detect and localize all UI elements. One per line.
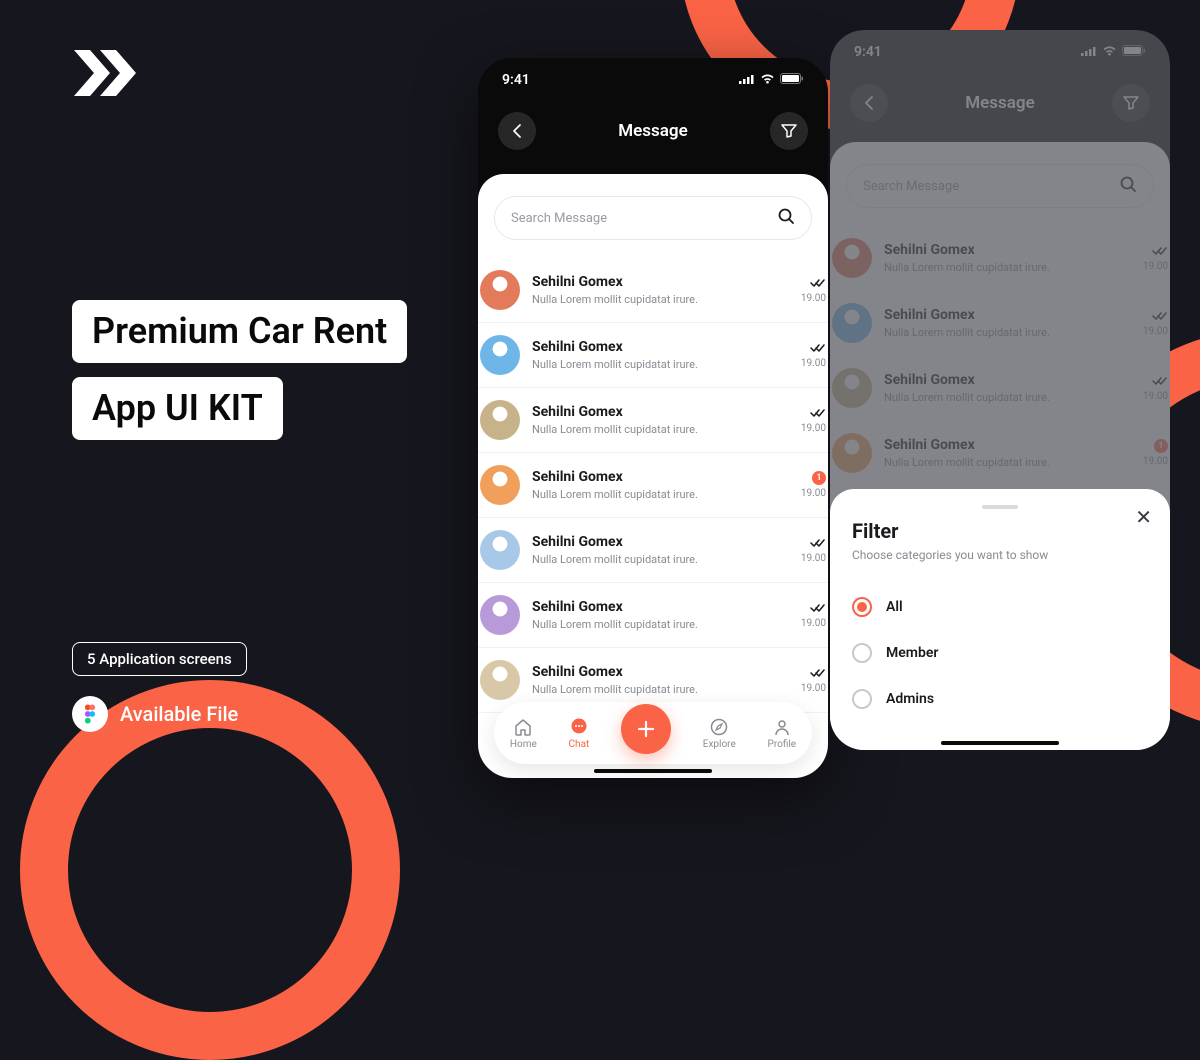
- read-check-icon: [810, 533, 826, 552]
- content-sheet: Search Message Sehilni Gomex Nulla Lorem…: [478, 174, 828, 778]
- chat-row[interactable]: Sehilni Gomex Nulla Lorem mollit cupidat…: [478, 453, 828, 518]
- chat-preview: Nulla Lorem mollit cupidatat irure.: [532, 553, 789, 566]
- filter-title: Filter: [852, 519, 1148, 543]
- chat-name: Sehilni Gomex: [532, 404, 789, 420]
- chat-row[interactable]: Sehilni Gomex Nulla Lorem mollit cupidat…: [478, 258, 828, 323]
- tab-explore[interactable]: Explore: [703, 717, 736, 750]
- filter-bottom-sheet: ✕ Filter Choose categories you want to s…: [830, 489, 1170, 750]
- tab-chat[interactable]: Chat: [569, 717, 590, 750]
- filter-subtitle: Choose categories you want to show: [852, 548, 1148, 562]
- home-indicator: [941, 741, 1059, 745]
- chat-preview: Nulla Lorem mollit cupidatat irure.: [532, 618, 789, 631]
- chat-time: 19.00: [801, 488, 826, 499]
- read-check-icon: [810, 273, 826, 292]
- chat-row[interactable]: Sehilni Gomex Nulla Lorem mollit cupidat…: [478, 323, 828, 388]
- status-time: 9:41: [502, 72, 530, 88]
- radio-icon: [852, 597, 872, 617]
- chat-preview: Nulla Lorem mollit cupidatat irure.: [532, 423, 789, 436]
- filter-button[interactable]: [770, 112, 808, 150]
- home-indicator: [594, 769, 712, 773]
- filter-option[interactable]: Admins: [852, 676, 1148, 722]
- chat-preview: Nulla Lorem mollit cupidatat irure.: [532, 293, 789, 306]
- chat-row[interactable]: Sehilni Gomex Nulla Lorem mollit cupidat…: [478, 518, 828, 583]
- radio-icon: [852, 643, 872, 663]
- chat-name: Sehilni Gomex: [532, 599, 789, 615]
- chat-name: Sehilni Gomex: [532, 469, 789, 485]
- title-line-2: App UI KIT: [72, 377, 283, 440]
- chat-name: Sehilni Gomex: [532, 664, 789, 680]
- chat-time: 19.00: [801, 683, 826, 694]
- chat-preview: Nulla Lorem mollit cupidatat irure.: [532, 358, 789, 371]
- chat-time: 19.00: [801, 423, 826, 434]
- avatar: [480, 465, 520, 505]
- tab-bar: Home Chat Explore Profile: [494, 702, 812, 764]
- battery-icon: [780, 72, 804, 88]
- wifi-icon: [760, 72, 775, 88]
- avatar: [480, 335, 520, 375]
- chat-name: Sehilni Gomex: [532, 274, 789, 290]
- signal-icon: [739, 72, 755, 88]
- avatar: [480, 595, 520, 635]
- tab-label: Explore: [703, 739, 736, 750]
- chat-time: 19.00: [801, 618, 826, 629]
- radio-label: All: [886, 599, 903, 615]
- title-line-1: Premium Car Rent: [72, 300, 407, 363]
- tab-home[interactable]: Home: [510, 717, 537, 750]
- figma-icon: [72, 696, 108, 732]
- search-input[interactable]: Search Message: [494, 196, 812, 240]
- fab-new[interactable]: [621, 704, 671, 754]
- top-bar: Message: [478, 102, 828, 160]
- brand-logo: [72, 48, 162, 98]
- chat-time: 19.00: [801, 553, 826, 564]
- radio-label: Member: [886, 645, 938, 661]
- read-check-icon: [810, 403, 826, 422]
- avatar: [480, 400, 520, 440]
- compass-icon: [709, 717, 729, 737]
- read-check-icon: [810, 338, 826, 357]
- profile-icon: [772, 717, 792, 737]
- chat-time: 19.00: [801, 293, 826, 304]
- search-icon: [777, 207, 795, 229]
- avatar: [480, 660, 520, 700]
- tab-profile[interactable]: Profile: [768, 717, 797, 750]
- chat-row[interactable]: Sehilni Gomex Nulla Lorem mollit cupidat…: [478, 583, 828, 648]
- filter-option[interactable]: Member: [852, 630, 1148, 676]
- tab-label: Chat: [569, 739, 590, 750]
- available-label: Available File: [120, 702, 238, 726]
- avatar: [480, 270, 520, 310]
- back-button[interactable]: [498, 112, 536, 150]
- chat-icon: [569, 717, 589, 737]
- page-title: Message: [618, 121, 687, 141]
- decorative-circle: [20, 680, 400, 1060]
- phone-message-list: 9:41 Message Search Message Sehilni Gome…: [478, 58, 828, 778]
- filter-option[interactable]: All: [852, 584, 1148, 630]
- search-placeholder: Search Message: [511, 211, 607, 226]
- tab-label: Home: [510, 739, 537, 750]
- read-check-icon: [810, 663, 826, 682]
- available-file-row: Available File: [72, 696, 238, 732]
- chat-time: 19.00: [801, 358, 826, 369]
- radio-label: Admins: [886, 691, 934, 707]
- phone-filter-modal: 9:41 Message Search Message Sehilni Gome…: [830, 30, 1170, 750]
- status-bar: 9:41: [478, 58, 828, 102]
- chat-row[interactable]: Sehilni Gomex Nulla Lorem mollit cupidat…: [478, 388, 828, 453]
- radio-icon: [852, 689, 872, 709]
- chat-preview: Nulla Lorem mollit cupidatat irure.: [532, 683, 789, 696]
- chat-name: Sehilni Gomex: [532, 339, 789, 355]
- screens-count-badge: 5 Application screens: [72, 642, 247, 676]
- sheet-handle[interactable]: [982, 505, 1018, 509]
- chat-name: Sehilni Gomex: [532, 534, 789, 550]
- home-icon: [513, 717, 533, 737]
- unread-badge: 1: [812, 471, 826, 485]
- chat-preview: Nulla Lorem mollit cupidatat irure.: [532, 488, 789, 501]
- close-icon[interactable]: ✕: [1135, 505, 1152, 529]
- read-check-icon: [810, 598, 826, 617]
- hero-title: Premium Car Rent App UI KIT: [72, 300, 407, 454]
- avatar: [480, 530, 520, 570]
- tab-label: Profile: [768, 739, 797, 750]
